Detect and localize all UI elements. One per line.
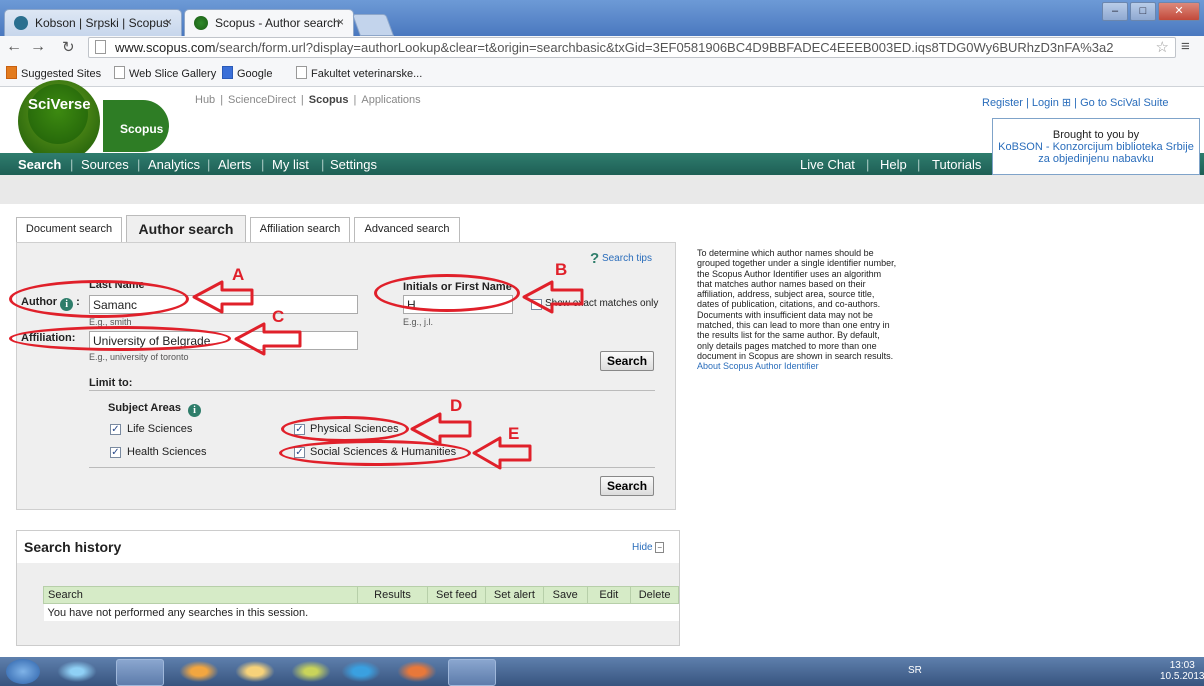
taskbar-clock[interactable]: 13:03 10.5.2013 xyxy=(1160,660,1204,682)
outlook-icon[interactable] xyxy=(338,659,384,684)
arrow-d xyxy=(410,412,472,446)
file-explorer-icon[interactable] xyxy=(232,659,278,684)
skype-icon[interactable] xyxy=(448,659,496,686)
paint-icon[interactable] xyxy=(288,659,334,684)
brought-by-label: Brought to you by xyxy=(1052,129,1140,141)
system-tray-icons[interactable] xyxy=(940,664,1140,678)
annotation-letter-e: E xyxy=(508,424,520,443)
brought-to-you-box: Brought to you by KoBSON - Konzorcijum b… xyxy=(992,118,1200,175)
arrow-c xyxy=(234,322,302,356)
arrow-b xyxy=(522,280,584,314)
annotation-letter-c: C xyxy=(272,307,285,326)
language-indicator[interactable]: SR xyxy=(908,665,922,676)
app-icon[interactable] xyxy=(394,659,440,684)
clock-date: 10.5.2013 xyxy=(1160,671,1204,682)
annotation-letter-b: B xyxy=(555,260,568,279)
arrow-a xyxy=(192,280,254,314)
chrome-icon[interactable] xyxy=(116,659,164,686)
annotation-letter-a: A xyxy=(232,265,245,284)
firefox-icon[interactable] xyxy=(176,659,222,684)
internet-explorer-icon[interactable] xyxy=(54,659,100,684)
start-button-icon[interactable] xyxy=(6,659,40,684)
clock-time: 13:03 xyxy=(1169,660,1195,671)
annotation-arrows xyxy=(192,280,584,470)
annotation-letter-d: D xyxy=(450,396,463,415)
arrow-e xyxy=(472,436,532,470)
brought-org-link[interactable]: KoBSON - Konzorcijum biblioteka Srbije z… xyxy=(993,141,1199,165)
